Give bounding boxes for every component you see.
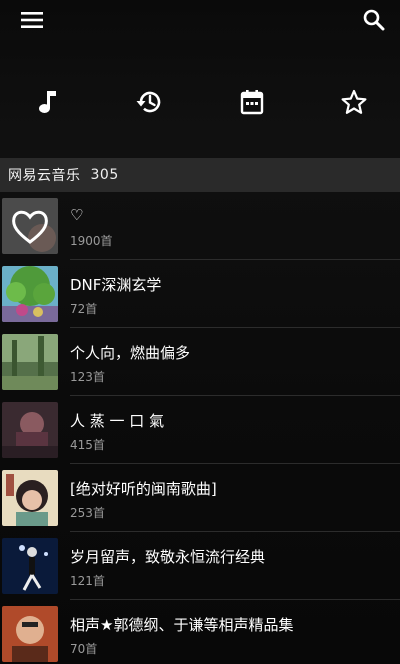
music-note-icon [39, 91, 56, 113]
playlist-title: 个人向，燃曲偏多 [70, 344, 191, 362]
section-title: 网易云音乐 [8, 168, 81, 184]
playlist-title: 岁月留声，致敬永恒流行经典 [70, 548, 266, 566]
playlist-item[interactable]: 相声★郭德纲、于谦等相声精品集 70首 [0, 604, 400, 664]
playlist-title: DNF深渊玄学 [70, 276, 162, 294]
section-count: 305 [90, 167, 119, 183]
playlist-title: ♡ [70, 206, 84, 224]
playlist-count: 253首 [70, 506, 105, 520]
search-icon [363, 9, 385, 31]
divider [70, 259, 400, 260]
playlist-list: ♡ 1900首 DNF深渊玄学 72首 个人向，燃曲偏多 123首 人 蒸 一 … [0, 196, 400, 664]
tab-calendar[interactable] [230, 80, 274, 124]
heart-cover-icon [2, 198, 58, 254]
playlist-cover [2, 266, 58, 322]
playlist-item[interactable]: ♡ 1900首 [0, 196, 400, 264]
top-bar [0, 0, 400, 40]
tab-history[interactable] [127, 80, 171, 124]
playlist-cover [2, 198, 58, 254]
playlist-title: 人 蒸 一 口 氣 [70, 412, 165, 430]
playlist-title: 相声★郭德纲、于谦等相声精品集 [70, 616, 294, 634]
history-icon [136, 91, 161, 113]
playlist-item[interactable]: 人 蒸 一 口 氣 415首 [0, 400, 400, 468]
menu-button[interactable] [18, 8, 46, 32]
divider [70, 463, 400, 464]
category-tabs [0, 80, 400, 124]
divider [70, 395, 400, 396]
menu-icon [21, 12, 43, 28]
playlist-title: [绝对好听的闽南歌曲] [70, 480, 217, 498]
playlist-count: 70首 [70, 642, 98, 656]
calendar-icon [240, 90, 264, 115]
playlist-count: 72首 [70, 302, 98, 316]
star-icon [341, 89, 367, 114]
section-header: 网易云音乐 305 [0, 158, 400, 192]
playlist-item[interactable]: 个人向，燃曲偏多 123首 [0, 332, 400, 400]
playlist-cover [2, 470, 58, 526]
playlist-cover [2, 606, 58, 662]
playlist-count: 123首 [70, 370, 105, 384]
playlist-item[interactable]: DNF深渊玄学 72首 [0, 264, 400, 332]
playlist-count: 1900首 [70, 234, 113, 248]
playlist-count: 121首 [70, 574, 105, 588]
tab-favorites[interactable] [332, 80, 376, 124]
playlist-count: 415首 [70, 438, 105, 452]
search-button[interactable] [360, 6, 388, 34]
divider [70, 531, 400, 532]
playlist-item[interactable]: [绝对好听的闽南歌曲] 253首 [0, 468, 400, 536]
playlist-cover [2, 538, 58, 594]
playlist-cover [2, 402, 58, 458]
playlist-item[interactable]: 岁月留声，致敬永恒流行经典 121首 [0, 536, 400, 604]
divider [70, 599, 400, 600]
divider [70, 327, 400, 328]
playlist-cover [2, 334, 58, 390]
music-app: 网易云音乐 305 ♡ 1900首 DNF深渊玄学 72首 个人向，燃曲偏多 1… [0, 0, 400, 664]
tab-songs[interactable] [25, 80, 69, 124]
